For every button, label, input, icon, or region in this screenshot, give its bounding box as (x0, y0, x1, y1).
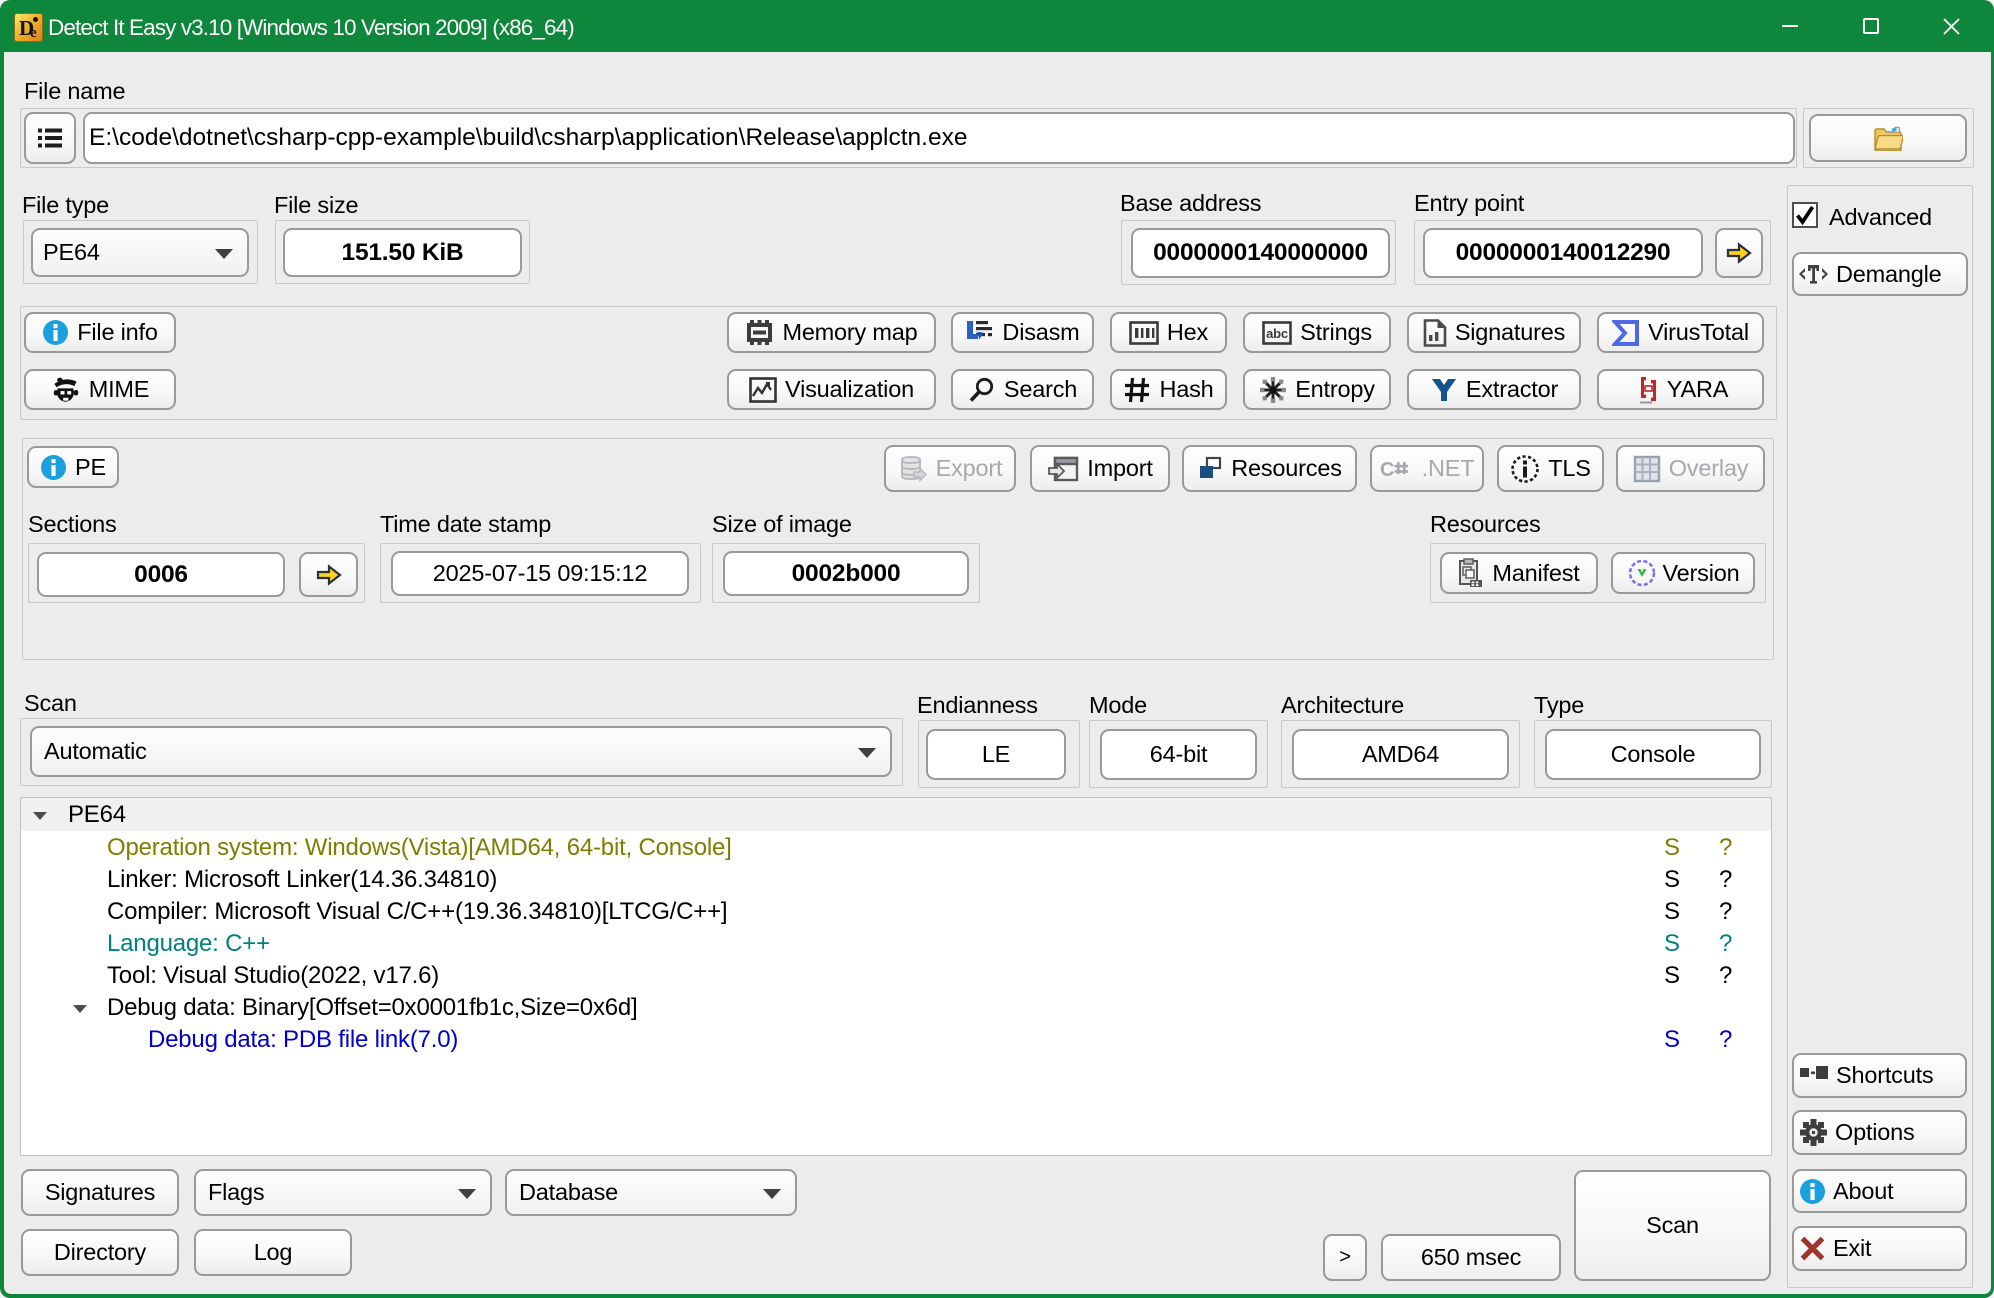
svg-text:abc: abc (1266, 326, 1288, 341)
svg-text:C: C (1380, 459, 1394, 480)
